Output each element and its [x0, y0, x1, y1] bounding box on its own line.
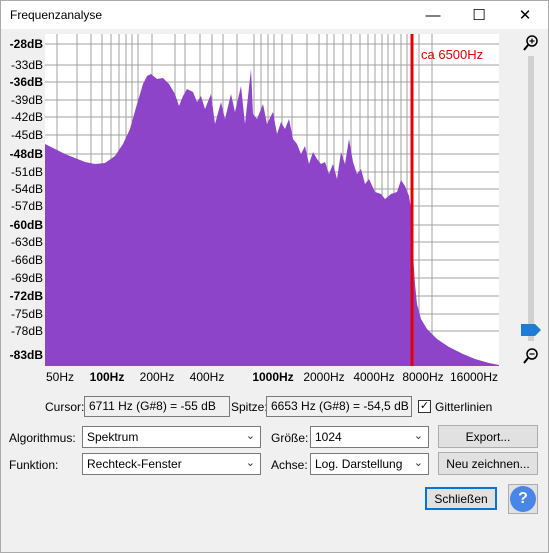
- minimize-button[interactable]: —: [410, 1, 456, 29]
- algorithm-label: Algorithmus:: [9, 431, 76, 445]
- size-value: 1024: [315, 430, 342, 444]
- title-bar: Frequenzanalyse — ☐ ✕: [1, 1, 548, 29]
- x-tick-label: 8000Hz: [402, 370, 444, 384]
- chevron-down-icon: ⌄: [245, 430, 255, 442]
- x-tick-label: 400Hz: [189, 370, 225, 384]
- frequency-annotation: ca 6500Hz: [421, 47, 483, 62]
- close-icon: ✕: [518, 7, 532, 24]
- x-tick-label: 1000Hz: [252, 370, 294, 384]
- algorithm-select[interactable]: Spektrum ⌄: [82, 426, 261, 448]
- maximize-icon: ☐: [472, 7, 486, 24]
- axis-select[interactable]: Log. Darstellung ⌄: [310, 453, 429, 475]
- chevron-down-icon: ⌄: [413, 430, 423, 442]
- zoom-in-icon[interactable]: [521, 33, 541, 53]
- cursor-label: Cursor:: [45, 400, 85, 414]
- y-tick-label: -69dB: [10, 271, 43, 285]
- y-tick-label: -45dB: [10, 128, 43, 142]
- x-tick-label: 200Hz: [139, 370, 175, 384]
- y-tick-label: -39dB: [10, 93, 43, 107]
- x-tick-label: 4000Hz: [353, 370, 395, 384]
- y-tick-label: -63dB: [10, 235, 43, 249]
- size-select[interactable]: 1024 ⌄: [310, 426, 429, 448]
- grid-label: Gitterlinien: [435, 400, 493, 414]
- spectrum-plot[interactable]: ca 6500Hz: [45, 34, 499, 366]
- y-tick-label: -36dB: [9, 75, 43, 89]
- y-tick-label: -51dB: [10, 165, 43, 179]
- zoom-out-icon[interactable]: [521, 346, 541, 366]
- cursor-value-field: 6711 Hz (G#8) = -55 dB: [84, 396, 230, 417]
- y-tick-label: -60dB: [9, 218, 43, 232]
- chevron-down-icon: ⌄: [245, 457, 255, 469]
- y-tick-label: -72dB: [9, 289, 43, 303]
- size-label: Größe:: [271, 431, 309, 445]
- x-tick-label: 16000Hz: [449, 370, 499, 384]
- y-tick-label: -42dB: [10, 110, 43, 124]
- minimize-icon: —: [425, 6, 441, 24]
- y-tick-label: -57dB: [10, 199, 43, 213]
- y-tick-label: -48dB: [9, 147, 43, 161]
- y-tick-label: -54dB: [10, 182, 43, 196]
- grid-checkbox[interactable]: ✓: [418, 400, 431, 413]
- export-button[interactable]: Export...: [438, 425, 538, 448]
- close-window-button[interactable]: ✕: [502, 1, 548, 29]
- y-tick-label: -78dB: [10, 324, 43, 338]
- y-tick-label: -83dB: [9, 348, 43, 362]
- help-button[interactable]: ?: [508, 484, 538, 514]
- frequency-analysis-window: Frequenzanalyse — ☐ ✕ -28dB -33dB -36dB -39…: [0, 0, 549, 553]
- zoom-slider-thumb[interactable]: [521, 324, 541, 336]
- x-tick-label: 100Hz: [89, 370, 125, 384]
- window-title: Frequenzanalyse: [10, 8, 103, 22]
- maximize-button[interactable]: ☐: [456, 1, 502, 29]
- axis-label: Achse:: [271, 458, 308, 472]
- zoom-slider-track[interactable]: [528, 56, 534, 341]
- help-icon: ?: [510, 486, 536, 512]
- function-select[interactable]: Rechteck-Fenster ⌄: [82, 453, 261, 475]
- close-button[interactable]: Schließen: [425, 487, 497, 510]
- axis-value: Log. Darstellung: [315, 457, 403, 471]
- y-tick-label: -28dB: [9, 37, 43, 51]
- redraw-button[interactable]: Neu zeichnen...: [438, 452, 538, 475]
- y-tick-label: -66dB: [10, 253, 43, 267]
- y-tick-label: -75dB: [10, 307, 43, 321]
- x-tick-label: 50Hz: [45, 370, 75, 384]
- chevron-down-icon: ⌄: [413, 457, 423, 469]
- algorithm-value: Spektrum: [87, 430, 139, 444]
- peak-label: Spitze:: [231, 400, 268, 414]
- function-label: Funktion:: [9, 458, 59, 472]
- function-value: Rechteck-Fenster: [87, 457, 182, 471]
- x-tick-label: 2000Hz: [303, 370, 345, 384]
- y-tick-label: -33dB: [10, 58, 43, 72]
- peak-value-field: 6653 Hz (G#8) = -54,5 dB: [266, 396, 412, 417]
